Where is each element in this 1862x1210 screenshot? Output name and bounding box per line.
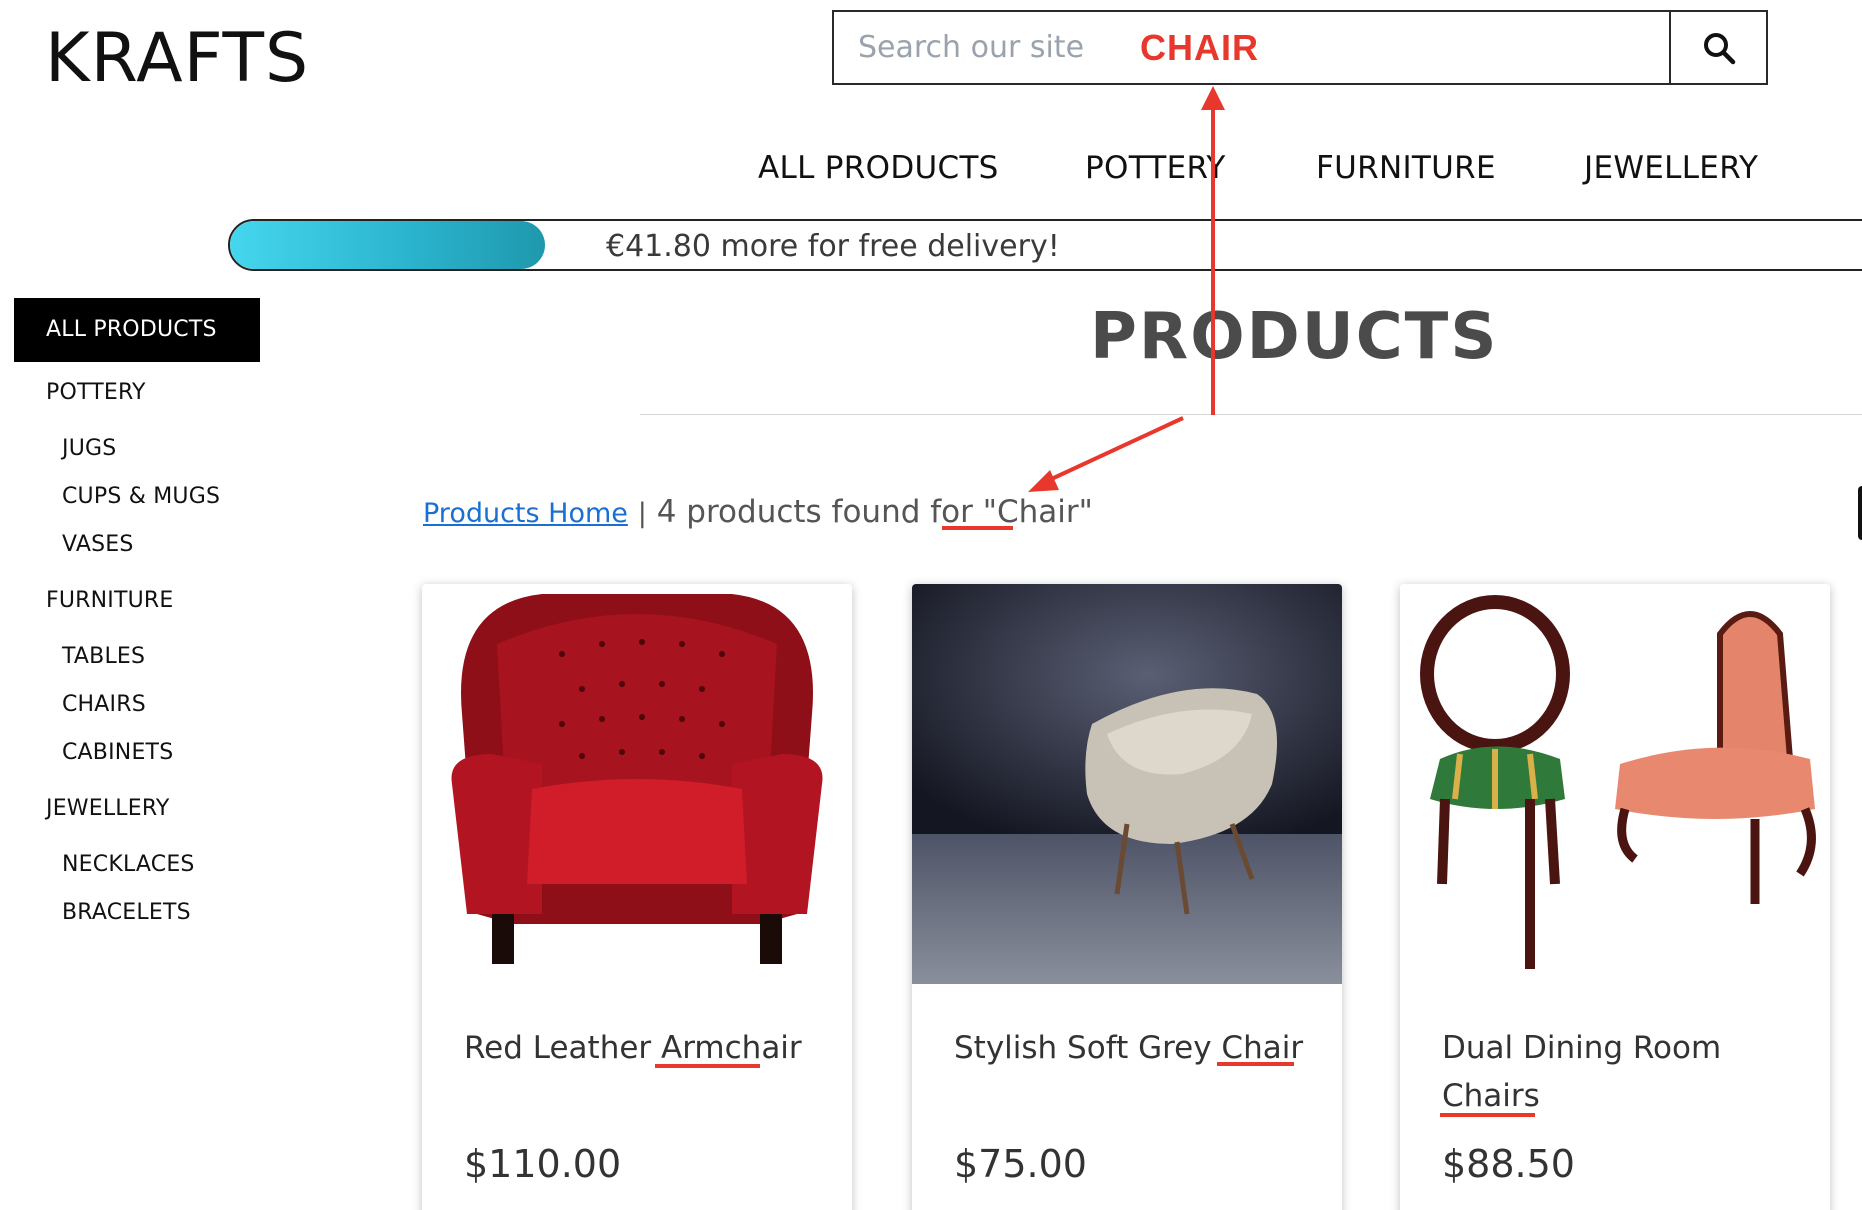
scroll-handle[interactable] [1858, 486, 1862, 540]
product-price: $110.00 [464, 1142, 622, 1186]
search-bar [832, 10, 1768, 85]
product-card[interactable]: Stylish Soft Grey Chair $75.00 [912, 584, 1342, 1210]
sidebar-item-vases[interactable]: VASES [62, 532, 134, 557]
annotation-arrow-diagonal [1044, 416, 1184, 484]
results-count-text: 4 products found for [656, 494, 973, 530]
title-divider [640, 414, 1862, 415]
search-button[interactable] [1669, 12, 1766, 83]
product-name[interactable]: Red Leather Armchair [464, 1024, 824, 1072]
page-title: PRODUCTS [1090, 300, 1499, 374]
dining-chairs-image [1400, 584, 1830, 984]
grey-chair-image [912, 584, 1342, 984]
sidebar-item-bracelets[interactable]: BRACELETS [62, 900, 191, 925]
product-name[interactable]: Dual Dining Room Chairs [1442, 1024, 1802, 1120]
product-card[interactable]: Red Leather Armchair $110.00 [422, 584, 852, 1210]
sidebar-item-pottery[interactable]: POTTERY [46, 380, 146, 405]
sidebar-item-jugs[interactable]: JUGS [62, 436, 116, 461]
main-nav: ALL PRODUCTS POTTERY FURNITURE JEWELLERY [0, 150, 1862, 195]
annotation-arrowhead-up [1201, 86, 1225, 110]
sidebar-item-necklaces[interactable]: NECKLACES [62, 852, 195, 877]
sidebar-item-all-products[interactable]: ALL PRODUCTS [14, 298, 260, 362]
delivery-progress-fill [230, 221, 545, 269]
product-price: $75.00 [954, 1142, 1087, 1186]
annotation-arrowhead-left [1028, 470, 1059, 492]
search-term: "Chair" [982, 494, 1093, 530]
search-annotation-label: CHAIR [1140, 27, 1259, 68]
free-delivery-bar: €41.80 more for free delivery! [228, 219, 1862, 271]
category-sidebar: ALL PRODUCTS POTTERY JUGS CUPS & MUGS VA… [14, 298, 260, 925]
results-summary: Products Home | 4 products found for "Ch… [423, 494, 1093, 530]
sidebar-item-chairs[interactable]: CHAIRS [62, 692, 146, 717]
search-icon [1703, 32, 1735, 64]
sidebar-item-jewellery[interactable]: JEWELLERY [46, 796, 170, 821]
red-armchair-image [422, 584, 852, 984]
nav-all-products[interactable]: ALL PRODUCTS [758, 150, 999, 186]
product-name[interactable]: Stylish Soft Grey Chair [954, 1024, 1314, 1072]
nav-jewellery[interactable]: JEWELLERY [1584, 150, 1758, 186]
breadcrumb-separator: | [637, 498, 647, 529]
sidebar-item-tables[interactable]: TABLES [62, 644, 145, 669]
product-price: $88.50 [1442, 1142, 1575, 1186]
sidebar-item-cabinets[interactable]: CABINETS [62, 740, 173, 765]
nav-pottery[interactable]: POTTERY [1085, 150, 1226, 186]
product-card[interactable]: Dual Dining Room Chairs $88.50 [1400, 584, 1830, 1210]
delivery-message: €41.80 more for free delivery! [606, 229, 1060, 264]
products-home-link[interactable]: Products Home [423, 498, 628, 529]
nav-furniture[interactable]: FURNITURE [1316, 150, 1496, 186]
sidebar-item-furniture[interactable]: FURNITURE [46, 588, 174, 613]
site-logo[interactable]: KRAFTS [45, 25, 309, 93]
sidebar-item-cups-mugs[interactable]: CUPS & MUGS [62, 484, 220, 509]
